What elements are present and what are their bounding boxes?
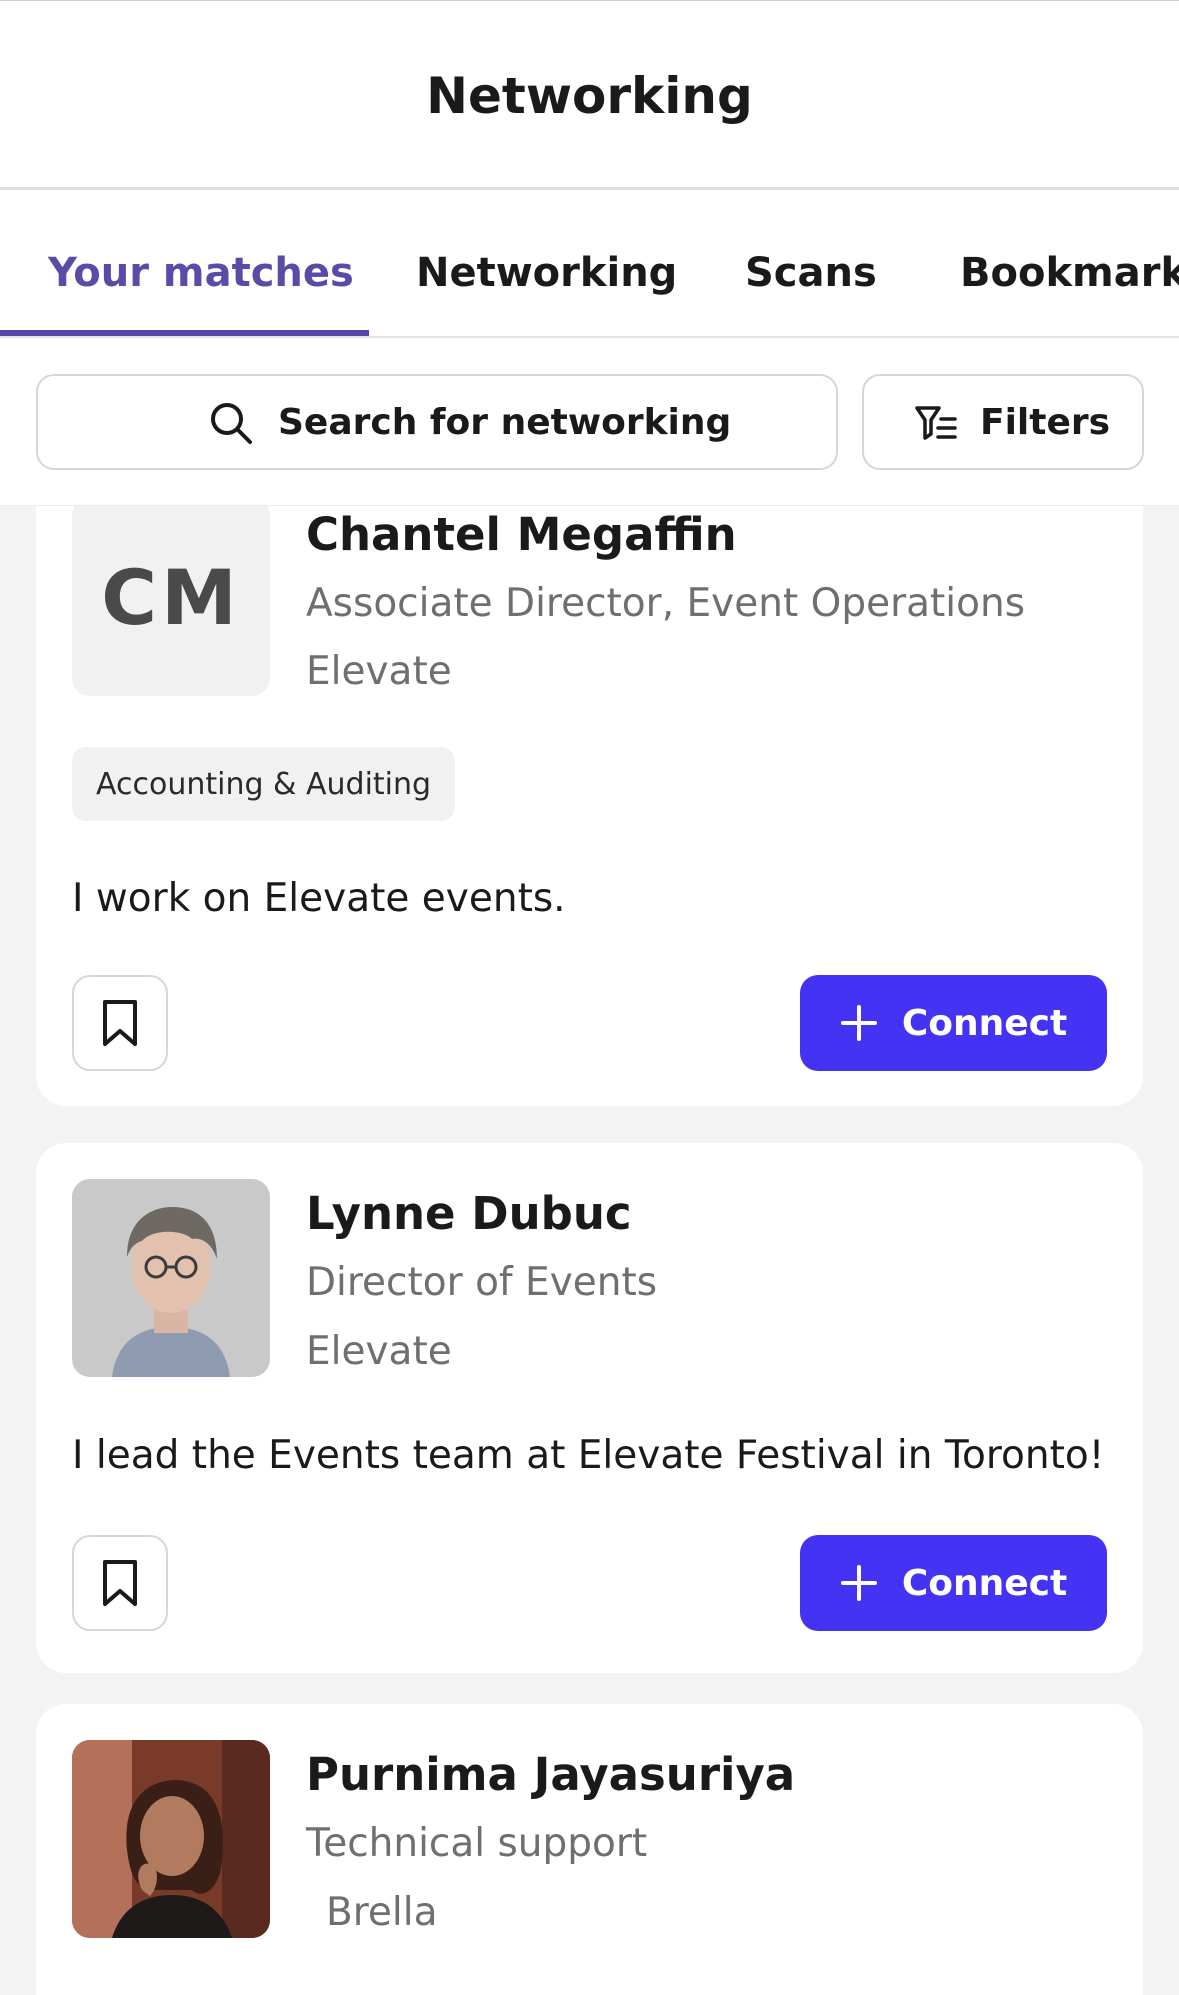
person-company: Elevate	[306, 1329, 452, 1374]
page-title: Networking	[426, 67, 753, 125]
person-about: I lead the Events team at Elevate Festiv…	[72, 1433, 1105, 1478]
person-title: Technical support	[306, 1821, 648, 1866]
matches-list[interactable]: CM Chantel Megaffin Associate Director, …	[0, 506, 1179, 1995]
connect-button[interactable]: Connect	[800, 975, 1107, 1071]
tab-networking[interactable]: Networking	[416, 250, 677, 296]
app-header: Networking	[0, 0, 1179, 190]
profile-photo	[72, 1179, 270, 1377]
search-toolbar: Search for networking Filters	[0, 338, 1179, 506]
search-label: Search for networking	[278, 402, 732, 443]
avatar[interactable]: CM	[72, 506, 270, 696]
person-company: Brella	[326, 1890, 438, 1935]
bookmark-icon	[103, 1000, 137, 1046]
person-name[interactable]: Lynne Dubuc	[306, 1187, 632, 1240]
person-name[interactable]: Chantel Megaffin	[306, 508, 737, 561]
tab-bookmarks[interactable]: Bookmarks	[960, 250, 1179, 296]
filters-button[interactable]: Filters	[862, 374, 1144, 470]
bookmark-button[interactable]	[72, 1535, 168, 1631]
tab-your-matches[interactable]: Your matches	[48, 250, 354, 296]
avatar[interactable]	[72, 1740, 270, 1938]
connect-button[interactable]: Connect	[800, 1535, 1107, 1631]
filter-icon	[915, 406, 957, 440]
bookmark-button[interactable]	[72, 975, 168, 1071]
person-company: Elevate	[306, 649, 452, 694]
tab-scans[interactable]: Scans	[745, 250, 877, 296]
filters-label: Filters	[980, 402, 1111, 443]
plus-icon	[840, 1565, 877, 1601]
search-icon	[211, 403, 252, 444]
match-card: Lynne Dubuc Director of Events Elevate I…	[36, 1143, 1143, 1673]
match-card: Purnima Jayasuriya Technical support Bre…	[36, 1704, 1143, 1995]
profile-photo	[72, 1740, 270, 1938]
person-about: I work on Elevate events.	[72, 876, 566, 921]
person-title: Associate Director, Event Operations	[306, 581, 1026, 626]
plus-icon	[840, 1005, 877, 1041]
avatar[interactable]	[72, 1179, 270, 1377]
person-title: Director of Events	[306, 1260, 658, 1305]
connect-label: Connect	[901, 1002, 1068, 1044]
tab-bar: Your matches Networking Scans Bookmarks	[0, 192, 1179, 340]
search-input[interactable]: Search for networking	[36, 374, 838, 470]
bookmark-icon	[103, 1560, 137, 1606]
connect-label: Connect	[901, 1562, 1068, 1604]
match-card: CM Chantel Megaffin Associate Director, …	[36, 506, 1143, 1106]
person-name[interactable]: Purnima Jayasuriya	[306, 1748, 795, 1801]
interest-tag: Accounting & Auditing	[72, 747, 456, 821]
